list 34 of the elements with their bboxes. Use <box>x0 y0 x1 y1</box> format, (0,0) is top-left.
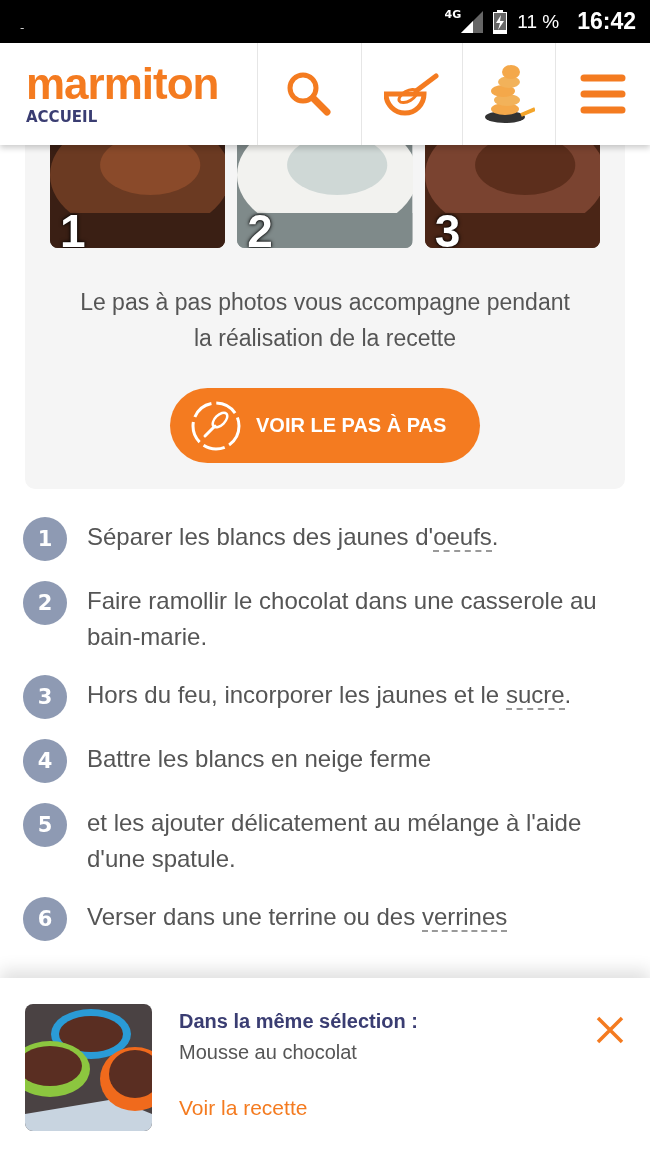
step-number: 2 <box>23 581 67 625</box>
step-text: Battre les blancs en neige ferme <box>87 744 432 774</box>
step-number: 4 <box>23 739 67 783</box>
card-text: Le pas à pas photos vous accompagne pendant la réalisation de la recette <box>79 288 571 353</box>
signal-icon <box>461 10 484 33</box>
status-text: - <box>20 21 25 37</box>
pancake-stack-icon[interactable] <box>482 63 535 125</box>
step-number: 6 <box>23 897 67 941</box>
step-text: et les ajouter délicatement au mélange à l'aide d'une spatule. <box>87 808 583 874</box>
recipe-title: Mousse au chocolat <box>179 1041 358 1064</box>
step-number: 5 <box>23 803 67 847</box>
glossary-link[interactable]: oeufs <box>433 523 492 552</box>
battery-level: 11 % <box>517 10 560 33</box>
photo-number: 3 <box>434 208 461 248</box>
home-label: ACCUEIL <box>26 108 98 126</box>
photo-number: 2 <box>247 208 273 248</box>
step-text: Faire ramollir le chocolat dans une casserole au bain-marie. <box>87 586 598 652</box>
battery-icon <box>493 9 508 34</box>
close-icon[interactable] <box>594 1014 626 1046</box>
glossary-link[interactable]: sucre <box>505 681 565 710</box>
clock: 16:42 <box>577 8 636 35</box>
glossary-link[interactable]: verrines <box>421 903 508 932</box>
step-number: 3 <box>23 675 67 719</box>
menu-icon[interactable] <box>579 73 626 115</box>
network-label: 4G <box>444 8 462 21</box>
photo-number: 1 <box>60 208 86 248</box>
step-text: Hors du feu, incorporer les jaunes et le sucre. <box>87 680 572 712</box>
step-text: Verser dans une terrine ou des verrines <box>87 902 508 934</box>
step-text: Séparer les blancs des jaunes d'oeufs. <box>87 522 499 554</box>
whisk-bowl-icon[interactable] <box>384 72 440 116</box>
suggestion-heading: Dans la même sélection : <box>179 1010 419 1033</box>
whisk-icon <box>190 399 242 452</box>
search-icon[interactable] <box>285 70 334 118</box>
step-number: 1 <box>23 517 67 561</box>
